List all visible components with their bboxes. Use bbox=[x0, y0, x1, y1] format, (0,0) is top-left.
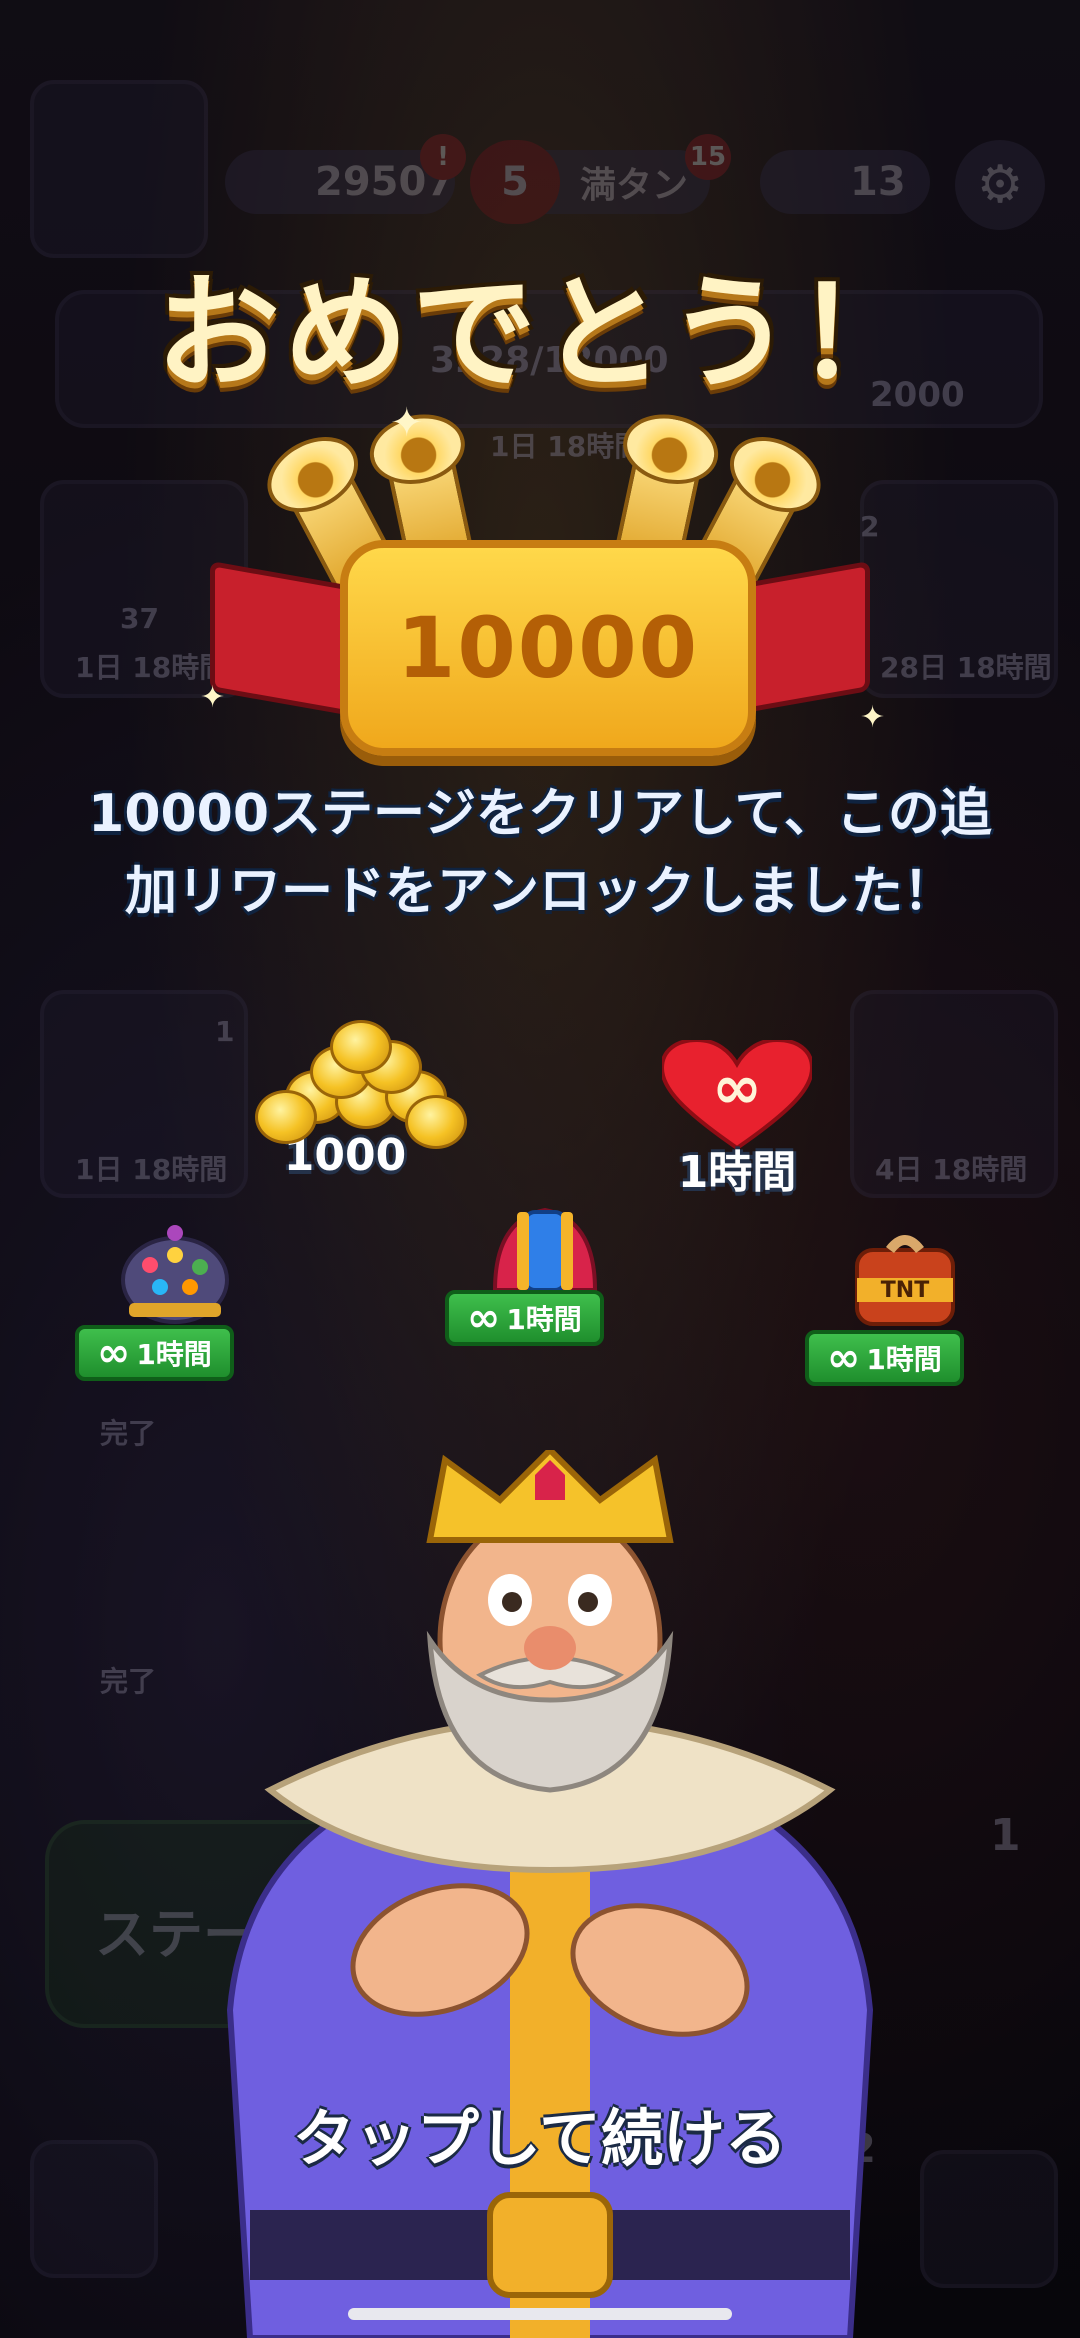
tnt-label: TNT bbox=[881, 1278, 929, 1303]
booster-tnt-duration: 1時間 bbox=[866, 1343, 942, 1376]
milestone-plaque: 10000 bbox=[340, 540, 756, 756]
coin-stack-icon bbox=[245, 1020, 467, 1149]
tap-to-continue-label[interactable]: タップして続ける bbox=[0, 2088, 1080, 2178]
reward-infinite-lives-duration: 1時間 bbox=[677, 1147, 797, 1198]
booster-colorbomb-duration: 1時間 bbox=[136, 1338, 212, 1371]
congrats-title: おめでとう！ bbox=[155, 262, 924, 406]
infinity-icon: ∞ bbox=[467, 1295, 501, 1341]
reward-infinite-lives: ∞ 1時間 bbox=[640, 1040, 834, 1210]
infinity-icon: ∞ bbox=[827, 1335, 861, 1381]
milestone-banner: 10000 bbox=[210, 430, 870, 756]
booster-rocket-tag: ∞ 1時間 bbox=[445, 1290, 604, 1346]
booster-tnt-tag: ∞ 1時間 bbox=[805, 1330, 964, 1386]
color-bomb-icon bbox=[121, 1225, 229, 1324]
reward-coins: 1000 bbox=[245, 1020, 467, 1200]
reward-booster-tnt: TNT ∞ 1時間 bbox=[805, 1230, 1005, 1390]
booster-rocket-duration: 1時間 bbox=[506, 1303, 582, 1336]
sparkle-icon: ✦ bbox=[200, 680, 226, 715]
svg-text:∞: ∞ bbox=[712, 1053, 762, 1123]
reward-booster-colorbomb: ∞ 1時間 bbox=[75, 1225, 275, 1385]
rocket-booster-icon bbox=[492, 1207, 598, 1292]
booster-colorbomb-tag: ∞ 1時間 bbox=[75, 1325, 234, 1381]
sparkle-icon: ✦ bbox=[860, 700, 886, 735]
tnt-barrel-icon: TNT bbox=[855, 1235, 955, 1326]
infinite-heart-icon: ∞ bbox=[662, 1040, 812, 1150]
unlock-message-line2: 加リワードをアンロックしました！ bbox=[125, 862, 955, 922]
reward-booster-rocket: ∞ 1時間 bbox=[445, 1200, 645, 1350]
unlock-message-line1: 10000ステージをクリアして、この追 bbox=[88, 784, 992, 844]
king-character bbox=[226, 1450, 874, 2338]
infinity-icon: ∞ bbox=[97, 1330, 131, 1376]
sparkle-icon: ✦ bbox=[390, 400, 424, 446]
milestone-value: 10000 bbox=[396, 599, 700, 697]
unlock-message: 10000ステージをクリアして、この追 加リワードをアンロックしました！ bbox=[40, 775, 1040, 931]
home-indicator[interactable] bbox=[348, 2308, 732, 2320]
